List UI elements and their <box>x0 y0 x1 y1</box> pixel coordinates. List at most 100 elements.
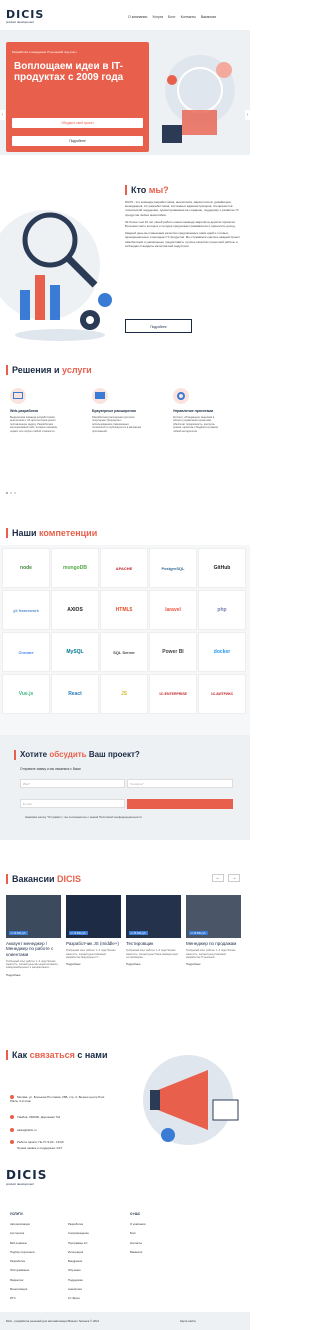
footer-link[interactable]: Внедрение <box>68 1257 89 1266</box>
vacancy-desc: Требуемый опыт работы: 1–3 года Полная з… <box>6 959 59 970</box>
footer-logo[interactable]: DICIS <box>6 1168 47 1182</box>
footer-link[interactable]: Разработка <box>68 1220 89 1229</box>
footer-link[interactable]: Интеграция <box>68 1248 89 1257</box>
vacancy-more-link[interactable]: Подробнее <box>6 973 61 977</box>
footer-link[interactable]: Подбор персонала <box>10 1248 35 1257</box>
axios-logo: AXIOS <box>51 590 99 630</box>
vacancy-more-link[interactable]: Подробнее <box>126 962 181 966</box>
vacancy-more-link[interactable]: Подробнее <box>186 962 241 966</box>
solution-card[interactable]: Браузерные расширения Разработаем расшир… <box>92 388 142 470</box>
vacancy-title[interactable]: Менеджер по продажам <box>186 941 241 946</box>
footer-link[interactable]: Маркетинг <box>10 1276 35 1285</box>
copyright: Dicis - разработка решений для автоматиз… <box>6 1319 100 1323</box>
vacancy-photo: от 40 000 руб. <box>6 895 61 938</box>
footer-services-heading: УСЛУГИ <box>10 1212 23 1216</box>
hero-section: Разработка и внедрение IT-решений под кл… <box>0 30 250 155</box>
laravel-logo: laravel <box>149 590 197 630</box>
1c-enterprise-logo: 1C:ENTERPRISE <box>149 674 197 714</box>
email-field[interactable]: E-mail <box>20 799 125 808</box>
who-title: Кто мы? <box>131 185 169 195</box>
sqlserver-logo: SQL Server <box>100 632 148 672</box>
solution-card[interactable]: Web-разработка Выделенная команда разраб… <box>10 388 60 470</box>
nav-services[interactable]: Услуги <box>152 15 163 19</box>
submit-button[interactable] <box>127 799 233 809</box>
nav-vacancies[interactable]: Вакансии <box>201 15 216 19</box>
title-accent-bar <box>14 750 16 760</box>
github-logo: GitHub <box>198 548 246 588</box>
gears-icon <box>173 388 189 404</box>
who-more-button[interactable]: Подробнее <box>125 319 192 333</box>
chrome-logo: Chrome <box>2 632 50 672</box>
node-logo: node <box>2 548 50 588</box>
solution-name: Управление проектами <box>173 409 214 413</box>
browser-extension-icon <box>92 388 108 404</box>
vacancy-desc: Требуемый опыт работы: 1–3 года Полная з… <box>126 949 179 959</box>
email-link[interactable]: sales@dicis.ru <box>10 1128 37 1133</box>
vacancies-next-icon[interactable]: → <box>228 874 240 882</box>
vacancy-title[interactable]: Разработчик JS (middle+) <box>66 941 121 946</box>
nav-blog[interactable]: Блог <box>168 15 176 19</box>
hero-more-button[interactable]: Подробнее <box>12 136 143 146</box>
footer-link[interactable]: 1С Фреш <box>68 1294 89 1303</box>
web-dev-icon <box>10 388 26 404</box>
carousel-dots[interactable] <box>6 490 16 495</box>
footer-link[interactable]: ИТС <box>10 1294 35 1303</box>
footer-link[interactable]: Разработка <box>10 1257 35 1266</box>
footer-col-2: Разработка Сопровождение Программы 1С Ин… <box>68 1220 89 1304</box>
footer-link[interactable]: Аналитика <box>68 1285 89 1294</box>
footer-link[interactable]: Блог <box>130 1229 145 1238</box>
footer-link[interactable]: Автоматизация <box>10 1220 35 1229</box>
footer-bottom-bar: Dicis - разработка решений для автоматиз… <box>0 1312 250 1330</box>
solution-desc: Выделенная команда разработчиков, аналит… <box>10 416 58 433</box>
footer-link[interactable]: Монетизация <box>10 1285 35 1294</box>
vacancies-title: Вакансии DICIS <box>12 874 82 884</box>
site-header: DICIS product development О компании Усл… <box>0 0 250 30</box>
vacancy-more-link[interactable]: Подробнее <box>66 962 121 966</box>
mongodb-logo: mongoDB <box>51 548 99 588</box>
vacancies-prev-icon[interactable]: ← <box>212 874 224 882</box>
footer-link[interactable]: Сопровождение <box>68 1229 89 1238</box>
solution-desc: Коллеги, обладающие знаниями в области у… <box>173 416 219 433</box>
footer-link[interactable]: О компании <box>130 1220 145 1229</box>
footer-link[interactable]: Программы 1С <box>68 1239 89 1248</box>
vacancy-title[interactable]: Аккаунт менеджер / Менеджер по работе с … <box>6 941 61 957</box>
prev-arrow-icon[interactable]: ‹ <box>0 110 5 120</box>
vacancy-card[interactable]: от 40 000 руб. Аккаунт менеджер / Менедж… <box>6 895 61 1015</box>
contact-form-section: Хотите обсудить Ваш проект? Отправьте за… <box>0 735 250 840</box>
vacancy-title[interactable]: Тестировщик <box>126 941 181 946</box>
sitemap-link[interactable]: Карта сайта <box>180 1319 196 1323</box>
title-accent-bar <box>6 365 8 375</box>
salary-badge: от 35 000 руб. <box>129 931 148 935</box>
vacancy-card[interactable]: от 35 000 руб. Тестировщик Требуемый опы… <box>126 895 181 1015</box>
vacancy-card[interactable]: от 30 000 руб. Менеджер по продажам Треб… <box>186 895 241 1015</box>
footer-link[interactable]: Обучение <box>68 1266 89 1275</box>
solution-card[interactable]: Управление проектами Коллеги, обладающие… <box>173 388 223 470</box>
footer-link[interactable]: Аутсорсинг <box>10 1229 35 1238</box>
footer-link[interactable]: Обслуживание <box>10 1266 35 1275</box>
phone-field[interactable]: Телефон* <box>127 779 233 788</box>
footer-link[interactable]: Веб-сервисы <box>10 1239 35 1248</box>
nav-contacts[interactable]: Контакты <box>181 15 196 19</box>
contact-illustration <box>143 1055 239 1145</box>
js-logo: JS <box>100 674 148 714</box>
footer-link[interactable]: Поддержка <box>68 1276 89 1285</box>
footer-link[interactable]: Контакты <box>130 1239 145 1248</box>
solutions-title: Решения и услуги <box>12 365 92 375</box>
title-accent-bar <box>6 874 8 884</box>
docker-logo: docker <box>198 632 246 672</box>
form-subtitle: Отправьте заявку и мы свяжемся с Вами <box>20 767 81 771</box>
footer-link[interactable]: Вакансии <box>130 1248 145 1257</box>
solution-name: Браузерные расширения <box>92 409 136 413</box>
vacancy-card[interactable]: от 70 000 руб. Разработчик JS (middle+) … <box>66 895 121 1015</box>
solution-name: Web-разработка <box>10 409 39 413</box>
hero-card: Разработка и внедрение IT-решений под кл… <box>6 42 149 152</box>
nav-about[interactable]: О компании <box>128 15 147 19</box>
mail-icon <box>10 1128 14 1133</box>
form-title: Хотите обсудить Ваш проект? <box>20 750 140 759</box>
discuss-project-button[interactable]: Обсудить свой проект <box>12 118 143 128</box>
powerbi-logo: Power BI <box>149 632 197 672</box>
vuejs-logo: Vue.js <box>2 674 50 714</box>
vacancy-photo: от 70 000 руб. <box>66 895 121 938</box>
name-field[interactable]: Имя* <box>20 779 125 788</box>
postgresql-logo: PostgreSQL <box>149 548 197 588</box>
